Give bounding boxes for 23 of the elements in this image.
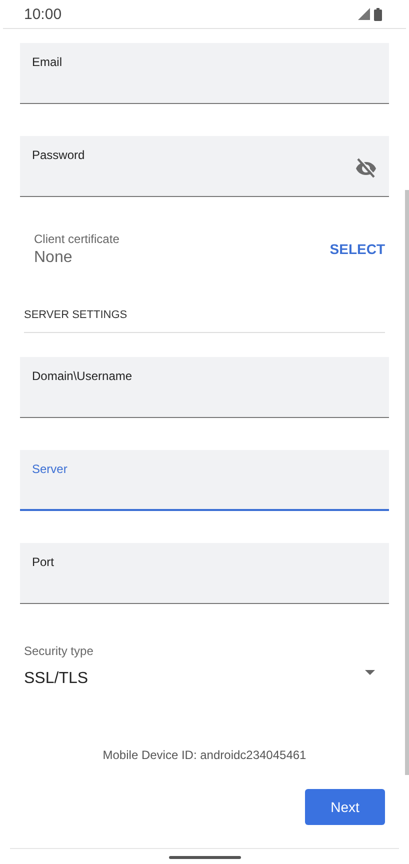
section-heading: SERVER SETTINGS [24, 309, 128, 321]
dropdown-caret-icon [365, 670, 375, 674]
input-field[interactable]: Port [20, 543, 389, 604]
clock-time: 10:00 [24, 6, 62, 22]
certificate-value: None [34, 248, 74, 266]
input-field[interactable]: Email [20, 43, 389, 104]
certificate-label: Client certificate [34, 232, 120, 246]
field-label: Password [32, 148, 85, 162]
security-type-dropdown[interactable]: SSL/TLS [24, 670, 385, 688]
signal-icon [358, 8, 370, 20]
eye-off-icon[interactable] [355, 158, 377, 178]
field-label: Server [32, 462, 68, 476]
field-label: Port [32, 555, 54, 569]
input-field[interactable]: Password [20, 136, 389, 197]
input-field[interactable]: Domain\Username [20, 357, 389, 418]
next-button[interactable]: Next [305, 789, 385, 825]
select-button[interactable]: SELECT [330, 241, 385, 257]
input-field[interactable]: Server [20, 450, 389, 511]
device-id-text: Mobile Device ID: androidc234045461 [102, 748, 306, 762]
field-label: Email [32, 55, 62, 69]
field-label: Domain\Username [32, 369, 132, 383]
security-type-label: Security type [24, 644, 94, 658]
battery-icon [374, 8, 382, 20]
